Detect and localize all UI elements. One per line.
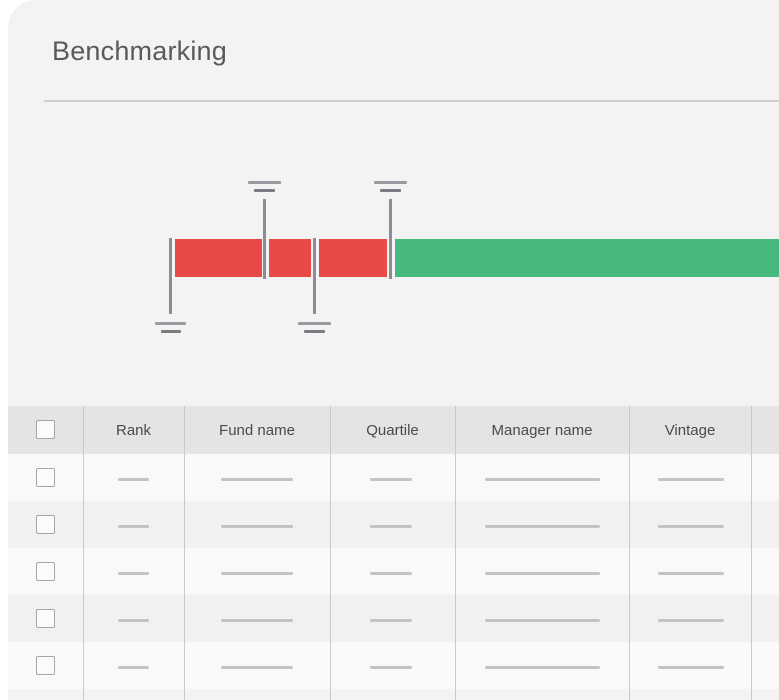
column-header-rank[interactable]: Rank — [83, 406, 184, 454]
quartile-segment-3 — [319, 239, 387, 277]
column-header-manager-name[interactable]: Manager name — [455, 406, 629, 454]
marker-stem — [263, 199, 266, 279]
marker-cap — [254, 189, 275, 192]
table-row[interactable] — [8, 548, 779, 595]
quartile-placeholder — [370, 572, 412, 575]
manager-name-placeholder — [485, 572, 600, 575]
quartile-placeholder — [370, 666, 412, 669]
fund-name-placeholder — [221, 525, 293, 528]
marker-cap — [304, 330, 325, 333]
table-row[interactable] — [8, 642, 779, 689]
quartile-placeholder — [370, 478, 412, 481]
manager-name-placeholder — [485, 666, 600, 669]
quartile-segment-2 — [269, 239, 311, 277]
vintage-placeholder — [658, 478, 724, 481]
title-divider — [44, 100, 779, 102]
rank-placeholder — [118, 619, 149, 622]
quartile-segment-1 — [175, 239, 262, 277]
marker-cap — [155, 322, 186, 325]
row-checkbox[interactable] — [36, 562, 55, 581]
marker-stem — [313, 238, 316, 314]
vintage-placeholder — [658, 619, 724, 622]
marker-cap — [298, 322, 331, 325]
column-divider — [751, 406, 752, 700]
marker-cap — [161, 330, 181, 333]
rank-placeholder — [118, 525, 149, 528]
table-row[interactable] — [8, 595, 779, 642]
benchmarking-card: Benchmarking Rank Fund name Quartile Man… — [8, 0, 779, 700]
column-divider — [184, 406, 185, 700]
column-divider — [83, 406, 84, 700]
row-checkbox[interactable] — [36, 609, 55, 628]
quartile-placeholder — [370, 619, 412, 622]
fund-name-placeholder — [221, 572, 293, 575]
column-header-vintage[interactable]: Vintage — [629, 406, 751, 454]
column-divider — [330, 406, 331, 700]
table-row[interactable] — [8, 501, 779, 548]
quartile-segment-4 — [395, 239, 779, 277]
row-checkbox[interactable] — [36, 656, 55, 675]
marker-cap — [380, 189, 401, 192]
vintage-placeholder — [658, 666, 724, 669]
page-title: Benchmarking — [52, 36, 227, 66]
marker-stem — [169, 238, 172, 314]
fund-name-placeholder — [221, 666, 293, 669]
vintage-placeholder — [658, 572, 724, 575]
row-checkbox[interactable] — [36, 515, 55, 534]
rank-placeholder — [118, 572, 149, 575]
row-checkbox[interactable] — [36, 468, 55, 487]
vintage-placeholder — [658, 525, 724, 528]
rank-placeholder — [118, 478, 149, 481]
manager-name-placeholder — [485, 478, 600, 481]
fund-name-placeholder — [221, 619, 293, 622]
quartile-placeholder — [370, 525, 412, 528]
select-all-checkbox[interactable] — [36, 420, 55, 439]
marker-cap — [248, 181, 281, 184]
column-header-fund-name[interactable]: Fund name — [184, 406, 330, 454]
table-header: Rank Fund name Quartile Manager name Vin… — [8, 406, 779, 454]
fund-name-placeholder — [221, 478, 293, 481]
rank-placeholder — [118, 666, 149, 669]
marker-cap — [374, 181, 407, 184]
marker-stem — [389, 199, 392, 279]
manager-name-placeholder — [485, 525, 600, 528]
manager-name-placeholder — [485, 619, 600, 622]
column-header-quartile[interactable]: Quartile — [330, 406, 455, 454]
table-row[interactable] — [8, 454, 779, 501]
column-divider — [629, 406, 630, 700]
column-divider — [455, 406, 456, 700]
